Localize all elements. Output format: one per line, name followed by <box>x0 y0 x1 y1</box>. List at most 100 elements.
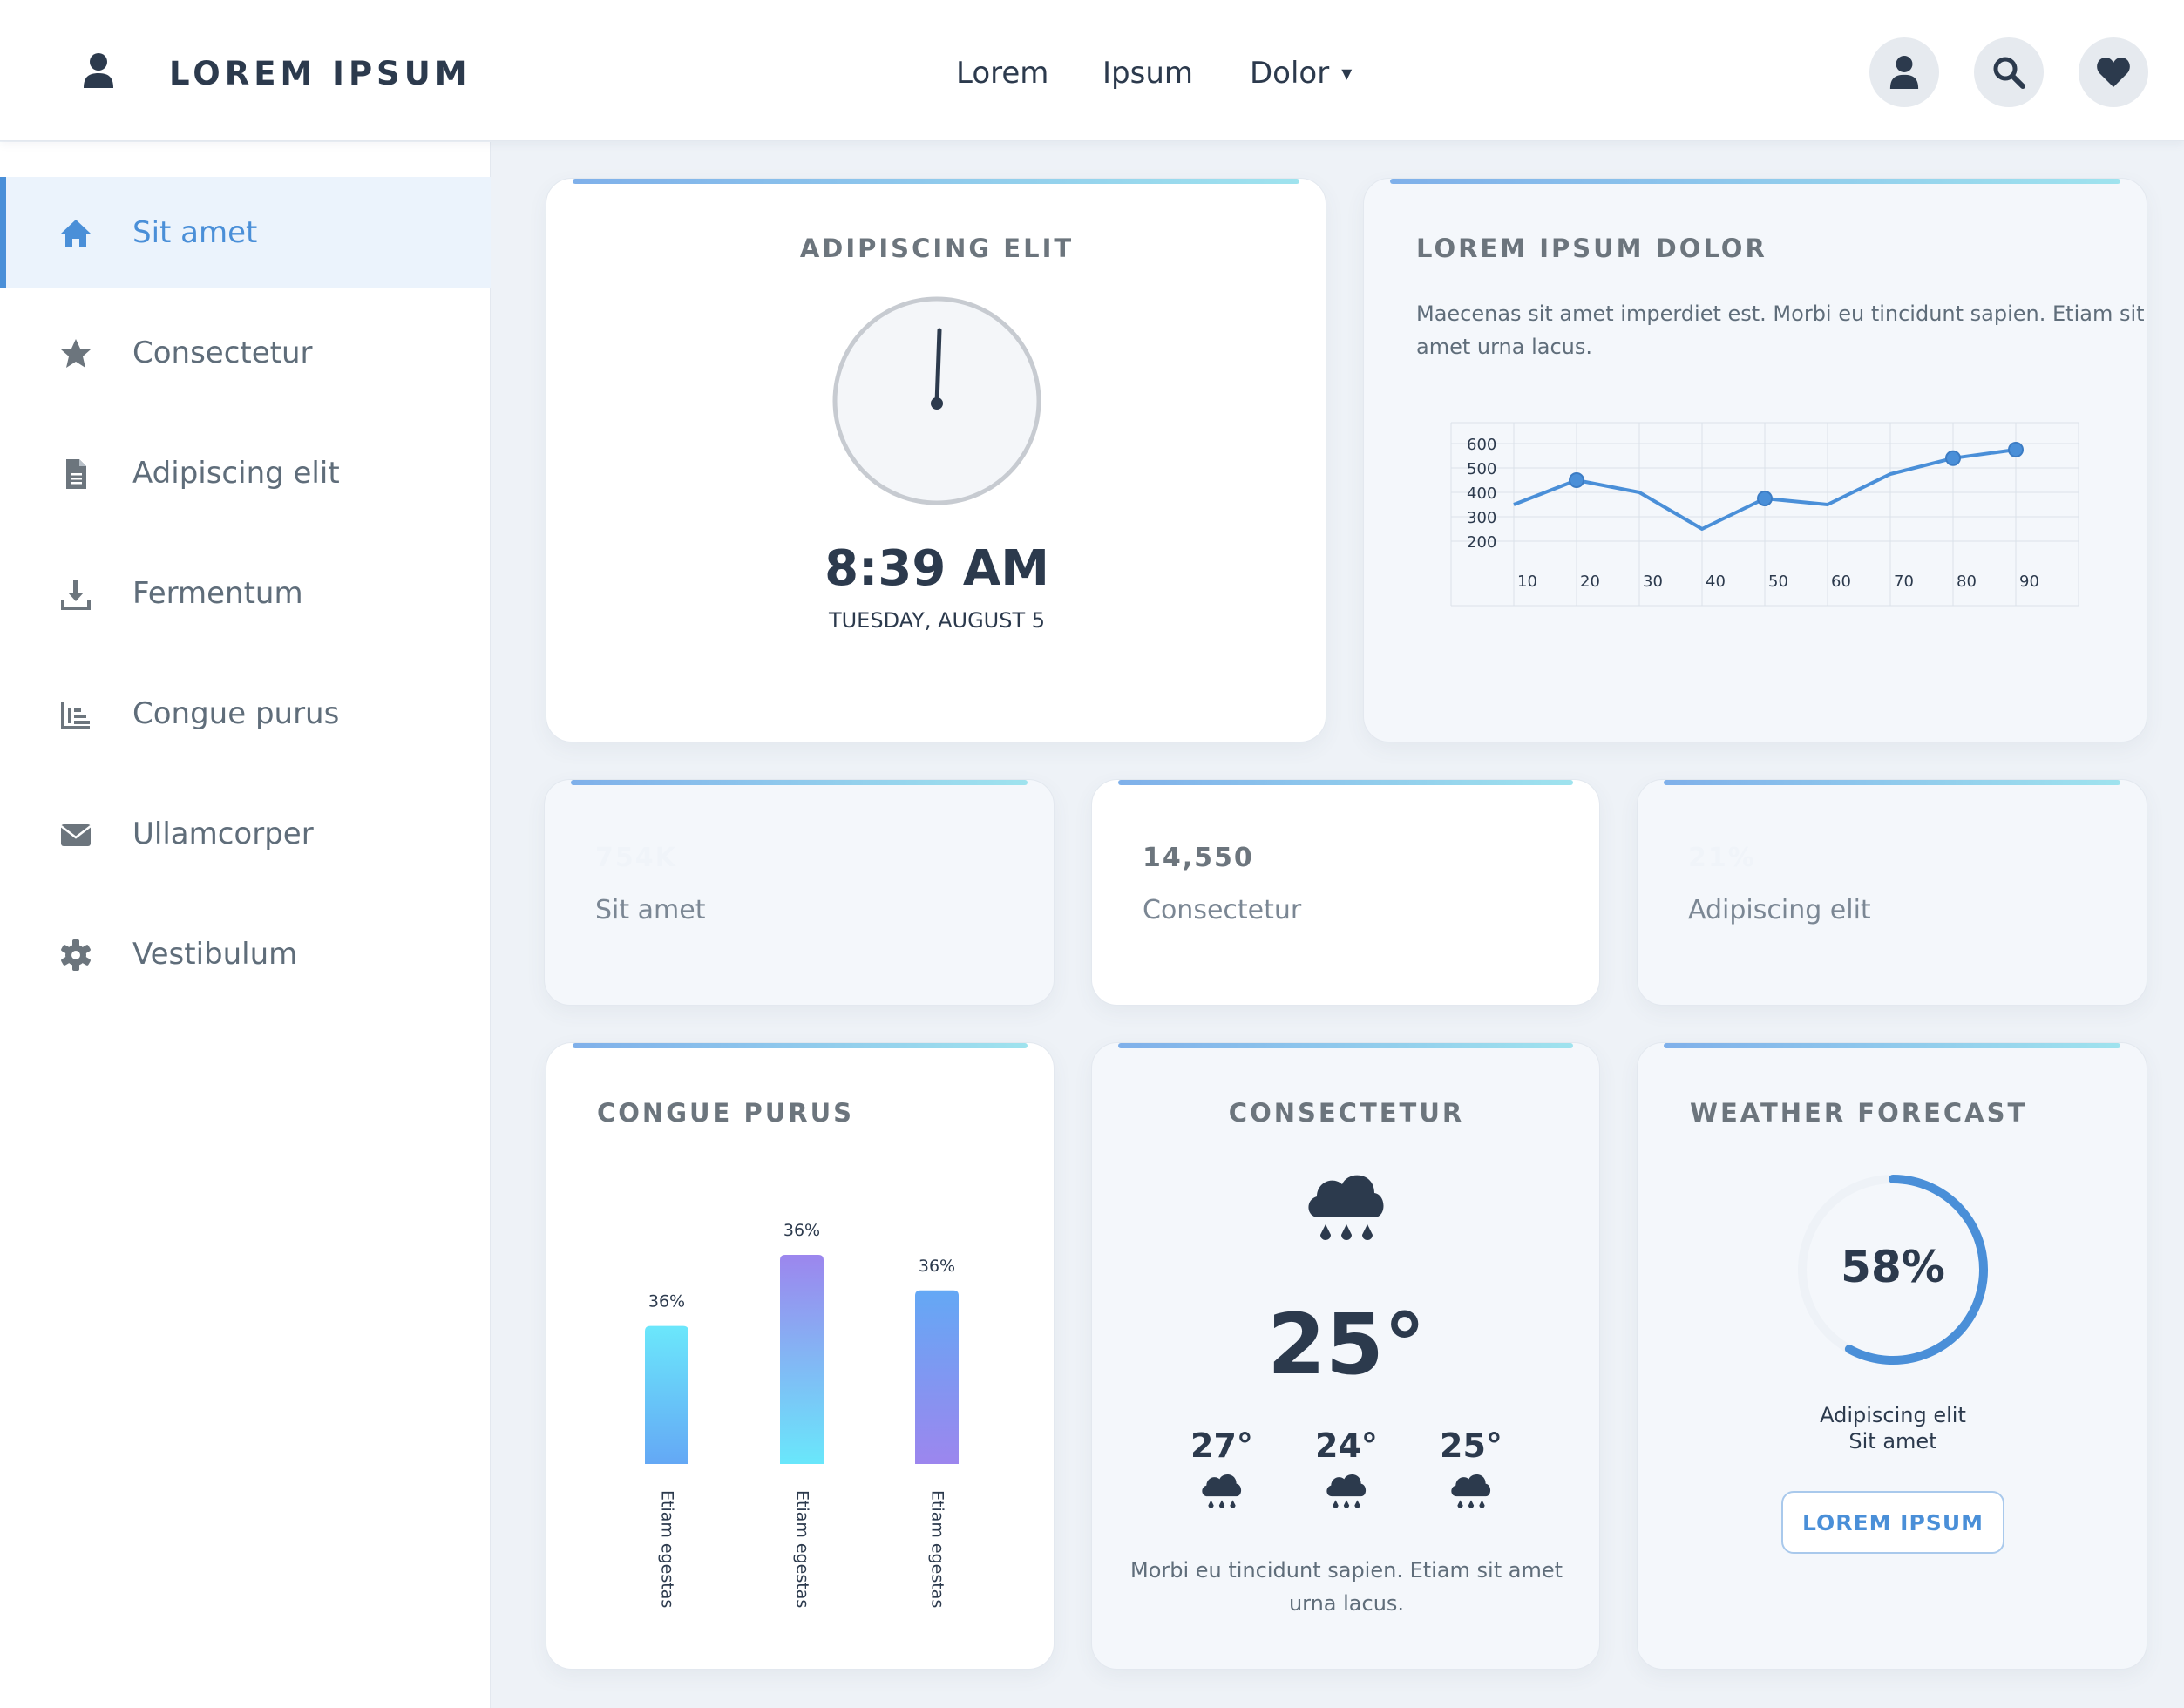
rain-cloud-icon <box>1326 1474 1367 1508</box>
card-title: WEATHER FORECAST <box>1690 1098 2028 1128</box>
y-tick-label: 600 <box>1467 436 1496 454</box>
stat-card: 754K Sit amet <box>544 779 1055 1006</box>
sidebar-item-fermentum[interactable]: Fermentum <box>0 538 491 649</box>
sidebar-item-consectetur[interactable]: Consectetur <box>0 297 491 409</box>
sidebar-item-label: Ullamcorper <box>132 817 314 851</box>
top-header: LOREM IPSUM Lorem Ipsum Dolor ▾ <box>0 0 2184 141</box>
sidebar-item-label: Adipiscing elit <box>132 456 340 491</box>
button-label: LOREM IPSUM <box>1801 1509 1984 1535</box>
sidebar: Sit amet Consectetur Adipiscing elit Fer… <box>0 142 491 1708</box>
caption-line: Adipiscing elit <box>1820 1403 1966 1427</box>
card-title: LOREM IPSUM DOLOR <box>1416 234 1767 263</box>
sidebar-item-label: Sit amet <box>132 215 258 250</box>
weather-description: Morbi eu tincidunt sapien. Etiam sit ame… <box>1092 1554 1599 1620</box>
nav-lorem[interactable]: Lorem <box>956 54 1048 92</box>
favorites-button[interactable] <box>2079 37 2148 107</box>
chevron-down-icon: ▾ <box>1341 61 1353 85</box>
envelope-icon <box>60 824 92 846</box>
sidebar-item-congue-purus[interactable]: Congue purus <box>0 658 491 769</box>
nav-label: Lorem <box>956 56 1049 91</box>
search-button[interactable] <box>1974 37 2044 107</box>
analog-clock-icon <box>832 296 1041 505</box>
rain-cloud-icon <box>1202 1474 1242 1508</box>
lorem-ipsum-button[interactable]: LOREM IPSUM <box>1781 1491 2004 1554</box>
sidebar-item-ullamcorper[interactable]: Ullamcorper <box>0 778 491 890</box>
description-line: urna lacus. <box>1288 1591 1405 1616</box>
weather-card: CONSECTETUR 25° 27° 24° 25° Morbi eu tin… <box>1091 1042 1600 1670</box>
x-tick-label: 20 <box>1580 573 1600 591</box>
bar-value-label: 36% <box>648 1292 685 1312</box>
card-description: Maecenas sit amet imperdiet est. Morbi e… <box>1416 297 2145 363</box>
sidebar-item-adipiscing-elit[interactable]: Adipiscing elit <box>0 417 491 529</box>
nav-label: Ipsum <box>1102 56 1193 91</box>
x-tick-label: 80 <box>1957 573 1977 591</box>
x-tick-label: 60 <box>1831 573 1851 591</box>
card-title: CONGUE PURUS <box>597 1098 855 1128</box>
nav-ipsum[interactable]: Ipsum <box>1102 54 1193 92</box>
x-tick-label: 70 <box>1894 573 1914 591</box>
category-label: Etiam egestas <box>793 1490 812 1608</box>
forecast-day: 25° <box>1423 1427 1519 1520</box>
card-title: CONSECTETUR <box>1228 1098 1465 1128</box>
home-icon <box>61 220 91 247</box>
sidebar-item-label: Consectetur <box>132 336 313 370</box>
profile-button[interactable] <box>1869 37 1939 107</box>
star-icon <box>61 339 91 368</box>
stat-value: 21% <box>1688 843 1756 873</box>
rain-cloud-icon <box>1451 1474 1491 1508</box>
sidebar-item-vestibulum[interactable]: Vestibulum <box>0 898 491 1010</box>
clock-date: TUESDAY, AUGUST 5 <box>828 608 1046 633</box>
forecast-day: 27° <box>1174 1427 1270 1520</box>
x-tick-label: 10 <box>1517 573 1537 591</box>
description-line: Maecenas sit amet imperdiet est. Morbi e… <box>1416 302 2145 326</box>
user-icon <box>84 53 113 88</box>
stat-label: Consectetur <box>1143 895 1302 925</box>
heart-icon <box>2097 58 2130 87</box>
line-chart-card: LOREM IPSUM DOLOR Maecenas sit amet impe… <box>1363 178 2147 742</box>
forecast-temp: 24° <box>1315 1427 1378 1465</box>
clock-time: 8:39 AM <box>824 540 1049 597</box>
user-icon <box>1889 56 1919 89</box>
bar <box>780 1255 824 1464</box>
data-point <box>1945 450 1961 466</box>
caption-line: Sit amet <box>1848 1429 1937 1454</box>
bar-value-label: 36% <box>919 1257 955 1276</box>
bar-chart-card: CONGUE PURUS 36% Etiam egestas 36% Etiam eg… <box>546 1042 1055 1670</box>
sidebar-item-label: Fermentum <box>132 576 303 611</box>
x-tick-label: 50 <box>1768 573 1788 591</box>
download-icon <box>61 580 91 610</box>
bar <box>645 1325 688 1464</box>
sidebar-item-sit-amet[interactable]: Sit amet <box>0 177 491 288</box>
document-icon <box>66 459 86 489</box>
data-point <box>2008 442 2024 458</box>
bar-value-label: 36% <box>783 1221 820 1240</box>
rain-cloud-icon <box>1308 1175 1384 1240</box>
stat-card: 21% Adipiscing elit <box>1637 779 2147 1006</box>
data-point <box>1757 491 1773 506</box>
bar-chart-icon <box>61 702 90 729</box>
sidebar-item-label: Vestibulum <box>132 937 298 972</box>
y-tick-label: 200 <box>1467 533 1496 552</box>
line-chart: 200 300 400 500 600 10 20 30 40 50 60 70 80 90 <box>1450 422 2079 607</box>
forecast-temp: 27° <box>1190 1427 1253 1465</box>
sidebar-item-label: Congue purus <box>132 696 340 731</box>
x-tick-label: 30 <box>1643 573 1663 591</box>
description-line: amet urna lacus. <box>1416 335 1593 359</box>
description-line: Morbi eu tincidunt sapien. Etiam sit ame… <box>1129 1558 1563 1583</box>
forecast-temp: 25° <box>1440 1427 1502 1465</box>
brand-title: LOREM IPSUM <box>169 55 471 92</box>
bar <box>915 1290 959 1464</box>
y-tick-label: 300 <box>1467 509 1496 527</box>
stat-value: 754K <box>595 843 677 873</box>
forecast-day: 24° <box>1299 1427 1394 1520</box>
y-tick-label: 500 <box>1467 460 1496 478</box>
bar-chart: 36% Etiam egestas 36% Etiam egestas 36% Etiam… <box>645 1221 959 1608</box>
card-title: ADIPISCING ELIT <box>799 234 1075 263</box>
gear-icon <box>61 939 91 971</box>
nav-dolor-dropdown[interactable]: Dolor ▾ <box>1250 54 1352 92</box>
category-label: Etiam egestas <box>658 1490 677 1608</box>
forecast-card: WEATHER FORECAST 58% Adipiscing elit Sit… <box>1637 1042 2147 1670</box>
x-tick-label: 90 <box>2019 573 2039 591</box>
data-point <box>1569 472 1584 488</box>
current-temperature: 25° <box>1267 1296 1426 1393</box>
